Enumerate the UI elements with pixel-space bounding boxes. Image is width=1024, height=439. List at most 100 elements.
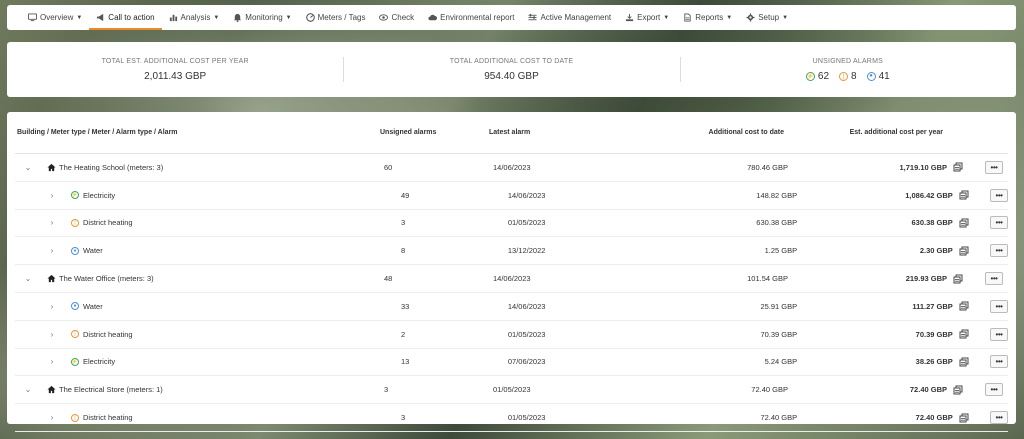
- cost-to-date-cell: 148.82 GBP: [756, 190, 798, 200]
- gauge-icon: [305, 13, 318, 22]
- alarms-table: Building / Meter type / Meter / Alarm ty…: [7, 112, 1016, 432]
- table-row[interactable]: › ● Water 33 14/06/2023 25.91 GBP 111.27 GBP ••…: [15, 293, 1008, 321]
- table-body: ⌄ The Heating School (meters: 3) 60 14/06/2…: [15, 154, 1008, 432]
- table-row[interactable]: › ● Water 8 13/12/2022 1.25 GBP 2.30 GBP •••: [15, 237, 1008, 266]
- chevron-right-icon[interactable]: ›: [45, 191, 59, 200]
- unsigned-alarms-cell: 8: [400, 246, 406, 256]
- unsigned-alarms-summary: UNSIGNED ALARMS ⚡ 62 ❘ 8 ● 41: [679, 42, 1016, 97]
- cost-to-date-cell: 780.46 GBP: [747, 162, 788, 172]
- copy-icon[interactable]: [953, 301, 969, 311]
- table-row[interactable]: › ❘ District heating 2 01/05/2023 70.39 GBP 70…: [15, 321, 1008, 349]
- row-actions: •••: [969, 355, 1008, 369]
- nav-environmental-report[interactable]: Environmental report: [421, 5, 521, 30]
- row-path: › ● Water: [15, 302, 401, 311]
- table-row[interactable]: ⌄ The Heating School (meters: 3) 60 14/06/2…: [15, 154, 1008, 182]
- unsigned-alarms-cell: 49: [400, 190, 410, 200]
- chevron-right-icon[interactable]: ›: [45, 413, 59, 422]
- nav-analysis[interactable]: Analysis ▼: [162, 5, 227, 30]
- copy-icon[interactable]: [953, 218, 969, 228]
- cost-per-year-value: 1,719.10 GBP: [899, 162, 947, 172]
- copy-icon[interactable]: [947, 162, 963, 172]
- alarm-counts: ⚡ 62 ❘ 8 ● 41: [805, 71, 890, 82]
- row-actions: •••: [969, 327, 1008, 341]
- nav-active-management[interactable]: Active Management: [521, 5, 618, 30]
- nav-meters-tags[interactable]: Meters / Tags: [299, 5, 373, 30]
- unsigned-alarms-label: UNSIGNED ALARMS: [812, 57, 883, 65]
- nav-call-to-action[interactable]: Call to action: [89, 5, 162, 30]
- chevron-down-icon[interactable]: ⌄: [21, 274, 35, 283]
- more-options-button[interactable]: •••: [989, 411, 1008, 425]
- row-actions: •••: [969, 244, 1008, 258]
- nav-check[interactable]: Check: [372, 5, 421, 30]
- latest-alarm-cell: 01/05/2023: [507, 329, 546, 339]
- nav-label: Monitoring: [245, 13, 283, 22]
- table-row[interactable]: ⌄ The Water Office (meters: 3) 48 14/06/202…: [15, 265, 1008, 293]
- caret-down-icon: ▼: [663, 14, 670, 21]
- more-options-button[interactable]: •••: [989, 299, 1008, 313]
- chevron-right-icon[interactable]: ›: [45, 302, 59, 311]
- nav-label: Reports: [695, 13, 724, 22]
- row-path: › ❘ District heating: [15, 413, 401, 422]
- row-actions: •••: [969, 188, 1008, 202]
- thermometer-icon: ❘: [839, 71, 849, 81]
- more-options-button[interactable]: •••: [989, 188, 1008, 202]
- unsigned-alarms-cell: 3: [384, 385, 389, 395]
- table-row[interactable]: › ⚡ Electricity 13 07/06/2023 5.24 GBP 38.26 G…: [15, 349, 1008, 377]
- latest-alarm-cell: 14/06/2023: [507, 301, 546, 311]
- table-row[interactable]: › ❘ District heating 3 01/05/2023 630.38 GBP 6…: [15, 210, 1008, 238]
- latest-alarm-cell: 01/05/2023: [493, 385, 531, 395]
- copy-icon[interactable]: [953, 329, 969, 339]
- chevron-right-icon[interactable]: ›: [45, 330, 59, 339]
- nav-label: Active Management: [540, 13, 612, 22]
- nav-monitoring[interactable]: Monitoring ▼: [226, 5, 298, 30]
- copy-icon[interactable]: [947, 385, 963, 395]
- cost-per-year-cell: 1,719.10 GBP: [788, 162, 963, 172]
- nav-reports[interactable]: Reports ▼: [676, 5, 739, 30]
- copy-icon[interactable]: [947, 274, 963, 284]
- table-row[interactable]: › ⚡ Electricity 49 14/06/2023 148.82 GBP 1,086…: [15, 182, 1008, 210]
- more-options-button[interactable]: •••: [989, 244, 1008, 258]
- nav-setup[interactable]: Setup ▼: [739, 5, 795, 30]
- more-options-button[interactable]: •••: [989, 355, 1008, 369]
- to-date-cost-label: TOTAL ADDITIONAL COST TO DATE: [449, 57, 574, 65]
- cost-to-date-cell: 630.38 GBP: [756, 218, 798, 228]
- copy-icon[interactable]: [953, 413, 969, 423]
- cost-to-date-cell: 5.24 GBP: [764, 357, 798, 367]
- unsigned-alarms-cell: 48: [384, 274, 393, 284]
- more-options-button[interactable]: •••: [989, 327, 1008, 341]
- unsigned-alarms-cell: 2: [400, 329, 406, 339]
- copy-icon[interactable]: [953, 357, 969, 367]
- more-options-button[interactable]: •••: [989, 216, 1008, 230]
- summary-panel: TOTAL EST. ADDITIONAL COST PER YEAR 2,01…: [7, 42, 1016, 97]
- chevron-right-icon[interactable]: ›: [45, 246, 59, 255]
- row-actions: •••: [963, 383, 1003, 397]
- header-latest-alarm: Latest alarm: [489, 129, 531, 136]
- latest-alarm-cell: 14/06/2023: [507, 190, 546, 200]
- more-options-button[interactable]: •••: [985, 160, 1003, 174]
- table-row[interactable]: ⌄ The Electrical Store (meters: 1) 3 01/05/…: [15, 376, 1008, 405]
- cost-per-year-value: 1,086.42 GBP: [905, 190, 953, 200]
- to-date-cost-value: 954.40 GBP: [484, 70, 539, 82]
- row-actions: •••: [969, 216, 1008, 230]
- cost-per-year-value: 70.39 GBP: [915, 329, 953, 339]
- nav-export[interactable]: Export ▼: [618, 5, 676, 30]
- header-path: Building / Meter type / Meter / Alarm ty…: [17, 129, 178, 136]
- chevron-right-icon[interactable]: ›: [45, 357, 59, 366]
- copy-icon[interactable]: [953, 246, 969, 256]
- unsigned-alarms-cell: 3: [400, 218, 406, 228]
- more-options-button[interactable]: •••: [985, 272, 1003, 286]
- electricity-icon: ⚡: [71, 191, 79, 200]
- cost-per-year-cell: 72.40 GBP: [788, 385, 963, 395]
- thermometer-icon: ❘: [71, 218, 79, 227]
- more-options-button[interactable]: •••: [985, 383, 1003, 397]
- chevron-down-icon[interactable]: ⌄: [21, 163, 35, 172]
- copy-icon[interactable]: [953, 190, 969, 200]
- cost-per-year-cell: 219.93 GBP: [788, 274, 963, 284]
- cost-to-date-cell: 1.25 GBP: [764, 246, 798, 256]
- chevron-down-icon[interactable]: ⌄: [21, 385, 35, 394]
- bell-icon: [233, 13, 245, 22]
- meter-type-name: Electricity: [83, 190, 116, 200]
- chevron-right-icon[interactable]: ›: [45, 218, 59, 227]
- nav-overview[interactable]: Overview ▼: [21, 5, 89, 30]
- table-row[interactable]: › ❘ District heating 3 01/05/2023 72.40 GBP 72…: [15, 404, 1008, 432]
